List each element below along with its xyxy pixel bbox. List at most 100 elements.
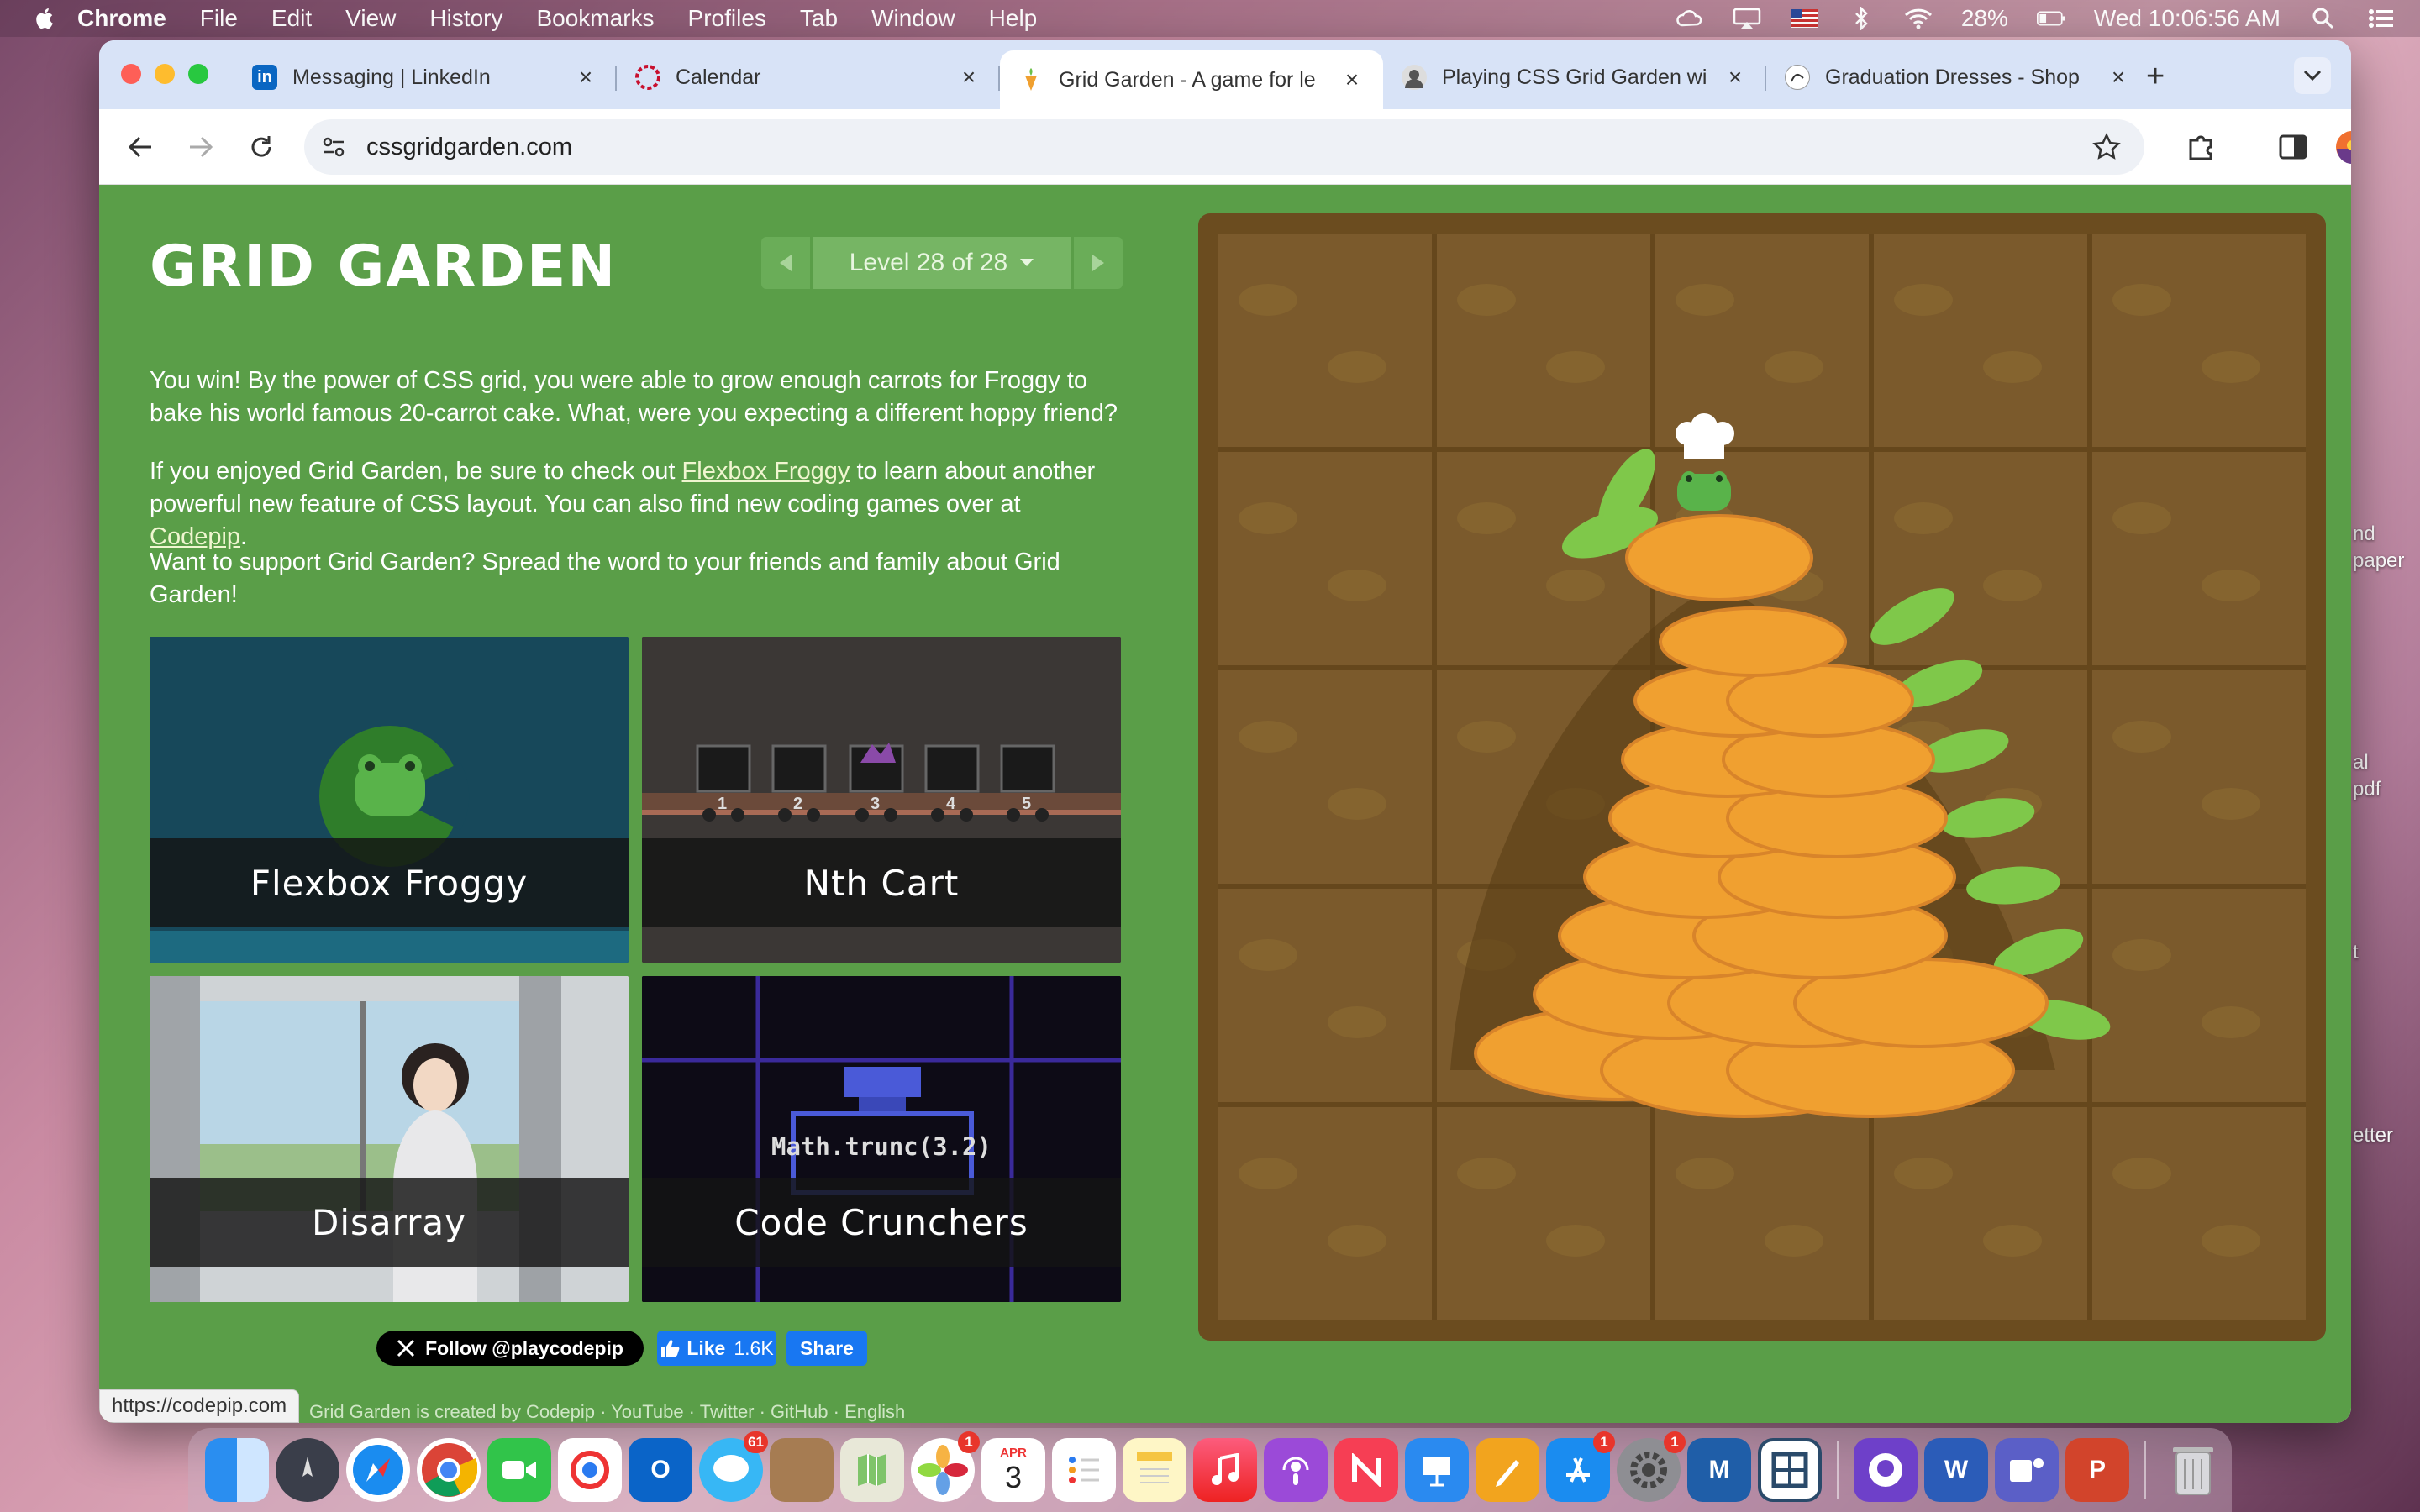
follow-x-button[interactable]: Follow @playcodepip — [376, 1331, 644, 1366]
profile-avatar[interactable] — [2334, 129, 2351, 165]
chrome-icon[interactable] — [417, 1438, 481, 1502]
extensions-puzzle-icon[interactable] — [2183, 129, 2218, 165]
reload-icon[interactable] — [242, 128, 281, 166]
nth-cart-card[interactable]: 1 2 3 4 5 Nth Cart — [642, 637, 1121, 963]
new-tab-button[interactable]: + — [2146, 59, 2165, 95]
menu-window[interactable]: Window — [871, 5, 955, 32]
us-flag-icon[interactable] — [1790, 8, 1818, 29]
notes-icon[interactable] — [1123, 1438, 1186, 1502]
tab-search-button[interactable] — [2294, 57, 2331, 94]
flexbox-froggy-link[interactable]: Flexbox Froggy — [682, 458, 850, 485]
menu-app-name[interactable]: Chrome — [77, 5, 166, 32]
code-crunchers-card[interactable]: Math.trunc(3.2) Code Crunchers — [642, 976, 1121, 1302]
garden-board — [1198, 213, 2326, 1341]
close-tab-icon[interactable]: × — [573, 64, 598, 91]
outlook-icon[interactable]: O — [629, 1438, 692, 1502]
close-window-button[interactable] — [121, 64, 141, 84]
forward-arrow-icon[interactable] — [182, 128, 220, 166]
tab-title: Graduation Dresses - Shop — [1825, 65, 2080, 89]
app-store-icon[interactable]: 1 — [1546, 1431, 1615, 1502]
contacts-icon[interactable] — [770, 1438, 834, 1502]
podcasts-icon[interactable] — [1264, 1438, 1328, 1502]
minimize-window-button[interactable] — [155, 64, 175, 84]
side-panel-icon[interactable] — [2275, 129, 2311, 165]
menu-profiles[interactable]: Profiles — [688, 5, 766, 32]
pages-icon[interactable] — [1476, 1438, 1539, 1502]
flexbox-froggy-card[interactable]: Flexbox Froggy — [150, 637, 629, 963]
cart-number: 3 — [871, 795, 881, 813]
teams-icon[interactable] — [1995, 1438, 2059, 1502]
facebook-share-button[interactable]: Share — [786, 1331, 867, 1366]
tab-graduation-dresses[interactable]: Graduation Dresses - Shop × — [1766, 50, 2149, 104]
close-tab-icon[interactable]: × — [1339, 66, 1365, 93]
menu-help[interactable]: Help — [989, 5, 1038, 32]
apple-icon[interactable] — [34, 7, 54, 30]
messages-icon[interactable]: 61 — [699, 1431, 768, 1502]
battery-icon[interactable] — [2036, 8, 2065, 29]
previous-level-arrow-icon[interactable] — [761, 237, 810, 289]
menu-bookmarks[interactable]: Bookmarks — [536, 5, 654, 32]
tab-calendar[interactable]: Calendar × — [617, 50, 1000, 104]
system-settings-icon[interactable]: 1 — [1617, 1431, 1686, 1502]
maps-icon[interactable] — [840, 1438, 904, 1502]
news-icon[interactable] — [1334, 1438, 1398, 1502]
trash-icon[interactable] — [2161, 1438, 2225, 1502]
aya-app-icon[interactable]: M — [1687, 1438, 1751, 1502]
photos-icon[interactable]: 1 — [911, 1431, 980, 1502]
reminders-icon[interactable] — [1052, 1438, 1116, 1502]
music-icon[interactable] — [1193, 1438, 1257, 1502]
next-level-arrow-icon[interactable] — [1074, 237, 1123, 289]
menu-file[interactable]: File — [200, 5, 238, 32]
url-text[interactable]: cssgridgarden.com — [366, 134, 572, 161]
zoom-window-button[interactable] — [188, 64, 208, 84]
bluetooth-icon[interactable] — [1847, 7, 1876, 30]
menu-tab[interactable]: Tab — [800, 5, 838, 32]
desktop-file-label[interactable]: pdf — [2353, 778, 2381, 801]
menu-history[interactable]: History — [429, 5, 502, 32]
desktop-file-label[interactable]: etter — [2353, 1124, 2393, 1147]
level-indicator[interactable]: Level 28 of 28 — [813, 237, 1071, 289]
facetime-icon[interactable] — [487, 1438, 551, 1502]
back-arrow-icon[interactable] — [121, 128, 160, 166]
aya-app-label: M — [1708, 1456, 1730, 1483]
desktop-file-label[interactable]: al — [2353, 751, 2369, 774]
follow-label: Follow @playcodepip — [425, 1336, 623, 1359]
card-title: Code Crunchers — [642, 1178, 1121, 1267]
menu-view[interactable]: View — [345, 5, 396, 32]
address-bar[interactable]: cssgridgarden.com — [304, 119, 2144, 175]
bookmark-star-icon[interactable] — [2092, 133, 2121, 161]
finder-icon[interactable] — [205, 1438, 269, 1502]
site-info-icon[interactable] — [321, 134, 346, 160]
facebook-like-button[interactable]: Like 1.6K — [657, 1331, 776, 1366]
win-message: You win! By the power of CSS grid, you w… — [150, 367, 1118, 427]
tab-grid-garden[interactable]: Grid Garden - A game for le × — [1000, 50, 1383, 109]
control-center-icon[interactable] — [2366, 8, 2395, 29]
powerpoint-icon[interactable]: P — [2065, 1438, 2129, 1502]
close-tab-icon[interactable]: × — [956, 64, 981, 91]
word-icon[interactable]: W — [1924, 1438, 1988, 1502]
disarray-card[interactable]: Disarray — [150, 976, 629, 1302]
code-snippet: Math.trunc(3.2) — [771, 1132, 992, 1161]
desktop-file-label[interactable]: t — [2353, 941, 2359, 964]
wifi-icon[interactable] — [1904, 8, 1933, 29]
menu-edit[interactable]: Edit — [271, 5, 312, 32]
tab-linkedin[interactable]: in Messaging | LinkedIn × — [234, 50, 617, 104]
screen-capture-icon[interactable] — [558, 1438, 622, 1502]
airplay-icon[interactable] — [1733, 8, 1761, 29]
grid-garden-page: GRID GARDEN Level 28 of 28 You win! By t… — [99, 185, 2351, 1423]
desktop-file-label[interactable]: paper — [2353, 549, 2404, 573]
calendar-icon[interactable]: APR 3 — [981, 1438, 1045, 1502]
promo-message: If you enjoyed Grid Garden, be sure to c… — [150, 455, 1124, 554]
github-desktop-icon[interactable] — [1854, 1438, 1918, 1502]
close-tab-icon[interactable]: × — [1723, 64, 1748, 91]
tab-playing-grid-garden[interactable]: Playing CSS Grid Garden wi × — [1383, 50, 1766, 104]
safari-icon[interactable] — [346, 1438, 410, 1502]
keynote-icon[interactable] — [1405, 1438, 1469, 1502]
launchpad-icon[interactable] — [276, 1438, 339, 1502]
menu-clock[interactable]: Wed 10:06:56 AM — [2094, 5, 2281, 32]
close-tab-icon[interactable]: × — [2106, 64, 2131, 91]
desktop-file-label[interactable]: nd — [2353, 522, 2375, 546]
creative-cloud-icon[interactable] — [1676, 8, 1704, 29]
spotlight-search-icon[interactable] — [2309, 8, 2338, 29]
preview-window-icon[interactable] — [1758, 1438, 1822, 1502]
